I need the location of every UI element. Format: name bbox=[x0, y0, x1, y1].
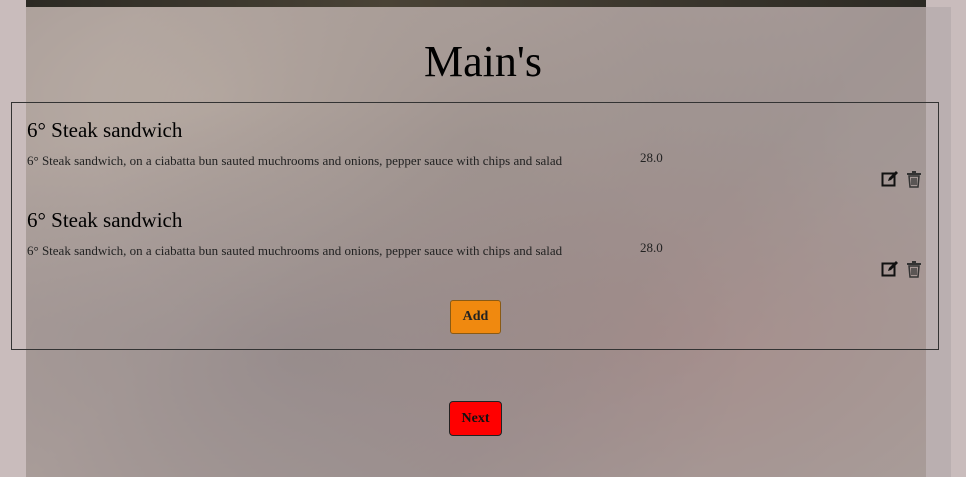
item-description: 6° Steak sandwich, on a ciabatta bun sau… bbox=[27, 243, 563, 258]
page-title: Main's bbox=[424, 37, 542, 86]
add-button[interactable]: Add bbox=[450, 300, 501, 334]
item-price: 28.0 bbox=[640, 150, 663, 165]
item-name: 6° Steak sandwich bbox=[27, 208, 183, 232]
trash-icon[interactable] bbox=[905, 260, 923, 278]
menu-items-panel: 6° Steak sandwich 6° Steak sandwich, on … bbox=[11, 102, 939, 350]
edit-icon[interactable] bbox=[881, 170, 899, 188]
header-image-strip bbox=[26, 0, 926, 7]
menu-item: 6° Steak sandwich 6° Steak sandwich, on … bbox=[27, 118, 927, 198]
trash-icon[interactable] bbox=[905, 170, 923, 188]
next-button[interactable]: Next bbox=[449, 401, 502, 436]
edit-icon[interactable] bbox=[881, 260, 899, 278]
item-price: 28.0 bbox=[640, 240, 663, 255]
item-description: 6° Steak sandwich, on a ciabatta bun sau… bbox=[27, 153, 563, 168]
item-name: 6° Steak sandwich bbox=[27, 118, 183, 142]
menu-item: 6° Steak sandwich 6° Steak sandwich, on … bbox=[27, 208, 927, 288]
